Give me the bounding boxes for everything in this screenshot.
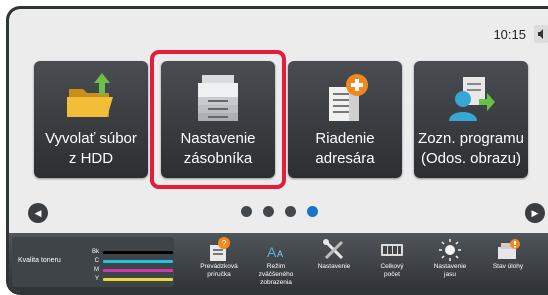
toner-bar-m bbox=[103, 268, 173, 272]
toner-bar-c bbox=[103, 259, 173, 263]
tile-recall-hdd-file[interactable]: Vyvolať súbor z HDD bbox=[34, 61, 148, 178]
brightness-button[interactable]: Nastavenie jasu bbox=[424, 235, 476, 291]
counter-icon bbox=[381, 244, 403, 256]
toner-row-bk: Bk bbox=[90, 248, 173, 256]
svg-text:A: A bbox=[267, 244, 277, 260]
manual-icon: ? bbox=[210, 237, 230, 261]
tile-address-book[interactable]: Riadenie adresára bbox=[288, 61, 402, 178]
toner-status[interactable]: Kvalita toneru Bk C M Y bbox=[12, 237, 174, 287]
clock: 10:15 bbox=[493, 27, 526, 42]
program-list-icon bbox=[449, 77, 495, 121]
toner-row-m: M bbox=[90, 266, 173, 274]
tools-icon bbox=[323, 239, 344, 260]
job-status-icon bbox=[498, 239, 520, 259]
page-indicator bbox=[241, 206, 318, 217]
page-dot-active[interactable] bbox=[307, 206, 318, 217]
enlarge-display-button[interactable]: A A Režim zväčšeného zobrazenia bbox=[250, 235, 302, 291]
page-dot[interactable] bbox=[263, 206, 274, 217]
speaker-icon[interactable] bbox=[534, 25, 548, 43]
bottom-bar: Kvalita toneru Bk C M Y ? Prevádzková pr… bbox=[9, 233, 548, 292]
selection-highlight bbox=[150, 50, 286, 189]
previous-page-button[interactable]: ◀ bbox=[28, 203, 48, 223]
device-frame: 10:15 Vyvolať súbor z HDD Nastavenie zás… bbox=[6, 6, 548, 295]
toner-bar-bk bbox=[103, 250, 173, 254]
toner-row-y: Y bbox=[90, 275, 173, 283]
home-screen: 10:15 Vyvolať súbor z HDD Nastavenie zás… bbox=[9, 9, 548, 292]
page-dot[interactable] bbox=[241, 206, 252, 217]
toner-row-c: C bbox=[90, 257, 173, 265]
tile-program-list[interactable]: Zozn. programu (Odos. obrazu) bbox=[414, 61, 528, 178]
operation-guide-button[interactable]: ? Prevádzková príručka bbox=[193, 235, 245, 291]
settings-button[interactable]: Nastavenie bbox=[308, 235, 360, 291]
next-page-button[interactable]: ▶ bbox=[525, 203, 545, 223]
folder-hdd-icon bbox=[67, 73, 113, 117]
address-book-icon bbox=[329, 74, 368, 121]
toner-bar-y bbox=[103, 277, 173, 281]
brightness-icon bbox=[439, 239, 461, 261]
enlarge-display-icon: A A bbox=[267, 244, 283, 260]
total-count-button[interactable]: Celkový počet bbox=[366, 235, 418, 291]
page-dot[interactable] bbox=[285, 206, 296, 217]
svg-text:?: ? bbox=[222, 239, 227, 248]
svg-text:A: A bbox=[277, 249, 283, 259]
job-status-button[interactable]: Stav úlohy bbox=[482, 235, 534, 291]
